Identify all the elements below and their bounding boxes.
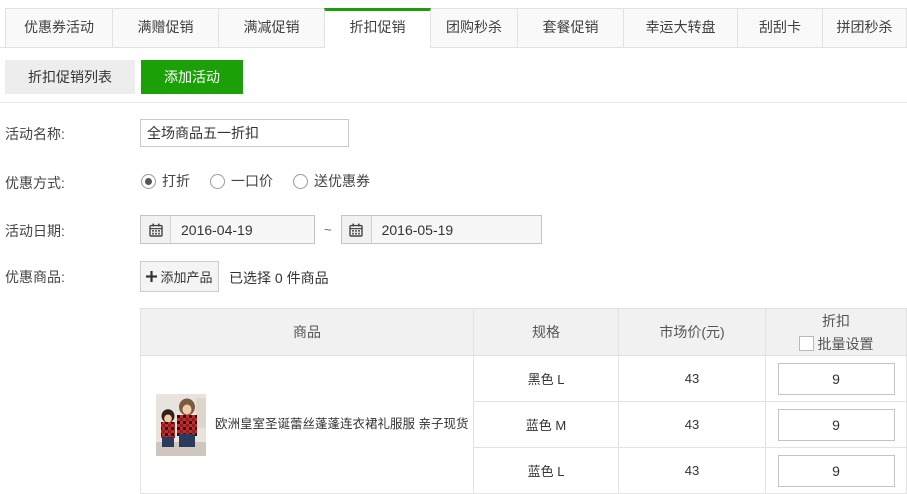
table-row: 欧洲皇室圣诞蕾丝蓬蓬连衣裙礼服服 亲子现货 黑色 L 43: [141, 356, 907, 402]
discount-input[interactable]: [778, 455, 895, 487]
tab-lucky-wheel[interactable]: 幸运大转盘: [623, 8, 738, 47]
radio-selected-icon: [141, 174, 156, 189]
tab-full-gift-promo[interactable]: 满赠促销: [112, 8, 219, 47]
tab-package-promo[interactable]: 套餐促销: [517, 8, 624, 47]
batch-set-label: 批量设置: [818, 336, 874, 352]
discount-promo-list-button[interactable]: 折扣促销列表: [5, 60, 135, 94]
header-spec: 规格: [474, 309, 619, 356]
radio-option-discount[interactable]: 打折: [141, 171, 190, 191]
discount-cell: [766, 448, 907, 494]
radio-option-send-coupon[interactable]: 送优惠券: [293, 171, 370, 191]
spec-cell: 黑色 L: [474, 356, 619, 402]
radio-unselected-icon: [210, 174, 225, 189]
batch-set-checkbox[interactable]: [799, 336, 814, 351]
tab-pintuan-flash-sale[interactable]: 拼团秒杀: [822, 8, 907, 47]
add-product-label: 添加产品: [160, 267, 212, 286]
promotion-tab-bar: 优惠券活动 满赠促销 满减促销 折扣促销 团购秒杀 套餐促销 幸运大转盘 刮刮卡…: [0, 8, 907, 48]
calendar-icon: [342, 216, 372, 243]
spec-cell: 蓝色 L: [474, 448, 619, 494]
header-price: 市场价(元): [619, 309, 766, 356]
table-header-row: 商品 规格 市场价(元) 折扣 批量设置: [141, 309, 907, 356]
price-cell: 43: [619, 448, 766, 494]
radio-option-fixed-price[interactable]: 一口价: [210, 171, 273, 191]
promo-products-label: 优惠商品:: [5, 267, 65, 287]
subnav: 折扣促销列表 添加活动: [5, 60, 243, 94]
activity-name-input[interactable]: [140, 119, 349, 147]
add-product-button[interactable]: 添加产品: [140, 261, 219, 292]
start-date-value: 2016-04-19: [171, 222, 253, 238]
product-photo: [156, 394, 206, 456]
tab-discount-promo[interactable]: 折扣促销: [324, 8, 431, 48]
tab-group-flash-sale[interactable]: 团购秒杀: [430, 8, 518, 47]
selected-count-text: 已选择 0 件商品: [229, 268, 329, 288]
activity-name-label: 活动名称:: [5, 124, 65, 144]
calendar-icon: [141, 216, 171, 243]
product-name: 欧洲皇室圣诞蕾丝蓬蓬连衣裙礼服服 亲子现货: [215, 416, 468, 433]
spec-cell: 蓝色 M: [474, 402, 619, 448]
radio-option-label: 一口价: [231, 171, 273, 191]
tab-scratch-card[interactable]: 刮刮卡: [737, 8, 823, 47]
discount-cell: [766, 402, 907, 448]
radio-option-label: 送优惠券: [314, 171, 370, 191]
header-product: 商品: [141, 309, 474, 356]
tab-coupon-activity[interactable]: 优惠券活动: [5, 8, 113, 47]
product-cell: 欧洲皇室圣诞蕾丝蓬蓬连衣裙礼服服 亲子现货: [141, 356, 474, 494]
discount-method-label: 优惠方式:: [5, 173, 65, 193]
start-date-field[interactable]: 2016-04-19: [140, 215, 315, 244]
end-date-value: 2016-05-19: [372, 222, 454, 238]
discount-method-options: 打折 一口价 送优惠券: [141, 171, 390, 191]
discount-input[interactable]: [778, 409, 895, 441]
section-divider: [0, 102, 907, 103]
header-discount: 折扣 批量设置: [766, 309, 907, 356]
add-activity-button[interactable]: 添加活动: [141, 60, 243, 94]
header-discount-title: 折扣: [766, 309, 906, 332]
price-cell: 43: [619, 402, 766, 448]
plus-icon: [146, 271, 157, 282]
end-date-field[interactable]: 2016-05-19: [341, 215, 542, 244]
discount-cell: [766, 356, 907, 402]
date-range-separator: ~: [324, 222, 332, 237]
radio-unselected-icon: [293, 174, 308, 189]
discount-input[interactable]: [778, 363, 895, 395]
activity-date-label: 活动日期:: [5, 221, 65, 241]
activity-date-range: 2016-04-19 ~ 2016-05-19: [140, 215, 542, 244]
price-cell: 43: [619, 356, 766, 402]
tab-full-reduction-promo[interactable]: 满减促销: [218, 8, 325, 47]
products-table: 商品 规格 市场价(元) 折扣 批量设置: [140, 308, 907, 494]
radio-option-label: 打折: [162, 171, 190, 191]
